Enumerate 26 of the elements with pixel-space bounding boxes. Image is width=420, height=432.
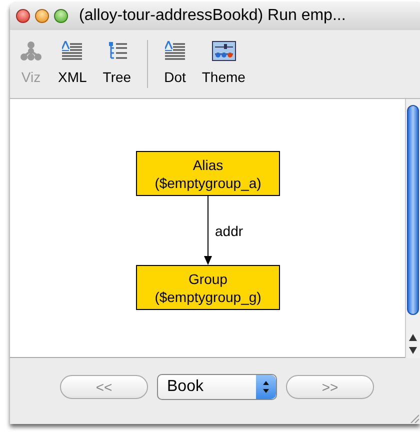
scroll-up-icon[interactable] xyxy=(409,334,417,341)
zoom-button[interactable] xyxy=(54,9,68,23)
node-subtitle: ($emptygroup_g) xyxy=(154,288,262,306)
scrollbar-thumb[interactable] xyxy=(407,105,419,315)
stepper-icon xyxy=(263,381,269,393)
close-button[interactable] xyxy=(16,9,30,23)
resize-grip-icon[interactable] xyxy=(409,413,419,423)
tree-list-icon xyxy=(106,40,127,60)
toolbar-button[interactable]: Theme xyxy=(194,40,254,88)
toolbar-button[interactable]: Dot xyxy=(156,40,194,88)
dropdown-value: Book xyxy=(166,377,204,397)
node-subtitle: ($emptygroup_a) xyxy=(154,174,262,192)
window-title: (alloy-tour-addressBookd) Run emp... xyxy=(79,6,346,26)
minimize-button[interactable] xyxy=(35,9,49,23)
toolbar-button[interactable]: XML xyxy=(50,40,95,88)
node-title: Group xyxy=(188,270,228,288)
scrollbar[interactable] xyxy=(405,99,420,358)
text-document-icon xyxy=(164,40,185,60)
toolbar-button[interactable]: Tree xyxy=(94,40,140,88)
hierarchy-icon xyxy=(20,40,42,60)
node-title: Alias xyxy=(192,156,224,174)
sliders-icon xyxy=(212,40,236,60)
dropdown[interactable]: Book xyxy=(157,374,277,400)
text-document-icon xyxy=(62,40,82,60)
edge-label: addr xyxy=(215,222,244,241)
scroll-down-icon[interactable] xyxy=(409,347,417,354)
